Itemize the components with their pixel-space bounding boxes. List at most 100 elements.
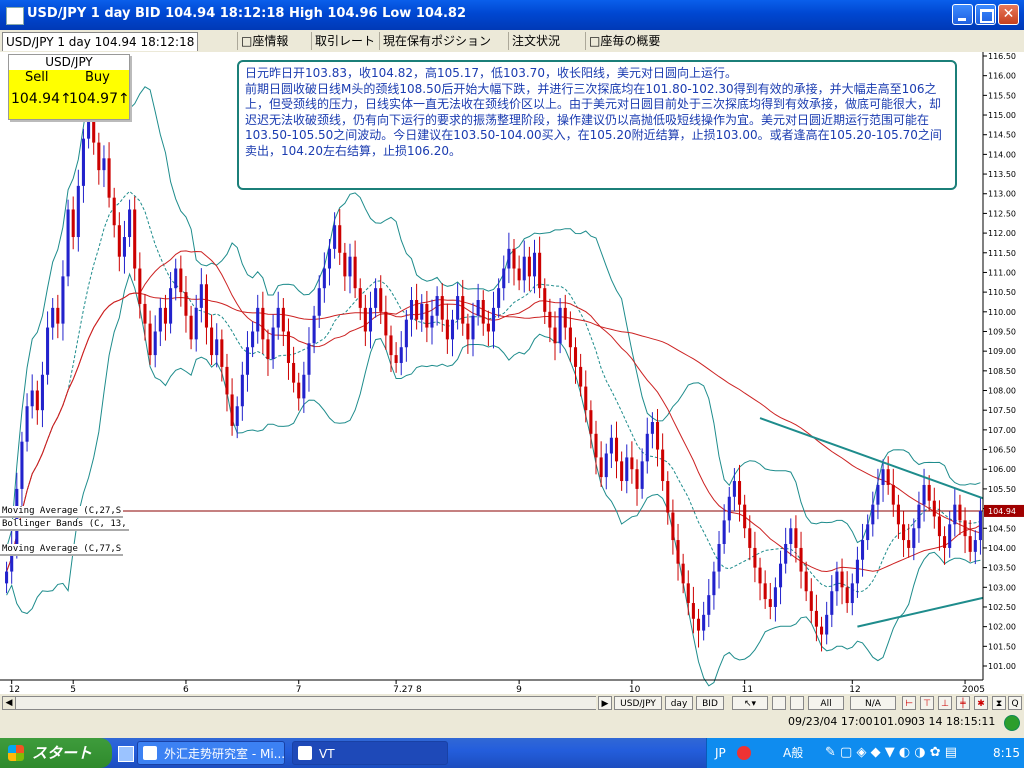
ime-icon[interactable] <box>737 746 751 760</box>
candle-body <box>932 500 936 517</box>
candle-body <box>399 347 403 363</box>
maximize-button[interactable] <box>975 4 996 25</box>
candle-body <box>379 288 383 312</box>
minimize-button[interactable] <box>952 4 973 25</box>
zoom-tool-icon[interactable]: ⧗ <box>992 696 1006 710</box>
start-button[interactable]: スタート <box>0 738 112 768</box>
scrollbar-track[interactable] <box>16 696 596 710</box>
draw-tool-2-icon[interactable]: ⊤ <box>920 696 934 710</box>
candle-body <box>302 374 306 399</box>
quick-launch-icon[interactable] <box>118 746 134 762</box>
price-axis-label: 110.00 <box>988 308 1016 317</box>
price-axis-label: 116.00 <box>988 72 1016 81</box>
tray-icons[interactable]: ✎ ▢ ◈ ◆ ▼ ◐ ◑ ✿ ▤ <box>825 738 957 768</box>
tab-account-summary[interactable]: □座毎の概要 <box>585 32 663 50</box>
app-icon[interactable] <box>6 7 24 25</box>
range-all-button[interactable]: All <box>808 696 844 710</box>
draw-tool-1-icon[interactable]: ⊢ <box>902 696 916 710</box>
price-axis-label: 102.50 <box>988 603 1016 612</box>
candle-body <box>322 268 326 289</box>
candle-body <box>225 366 229 395</box>
candle-body <box>497 288 501 308</box>
candle-body <box>71 209 75 238</box>
period-select[interactable]: day <box>665 696 693 710</box>
candle-body <box>871 504 875 525</box>
candle-body <box>179 268 183 293</box>
candle-body <box>773 587 777 607</box>
indicator-ma27[interactable]: Moving Average (C,27,S <box>0 506 124 518</box>
ime-mode[interactable]: A般 <box>783 738 803 768</box>
candle-body <box>471 315 475 340</box>
candle-body <box>727 496 731 521</box>
candle-body <box>204 284 209 328</box>
taskbar-item-research[interactable]: 外汇走势研究室 - Mi... <box>137 741 285 765</box>
candle-body <box>696 618 701 631</box>
price-axis-label: 107.00 <box>988 426 1016 435</box>
draw-tool-5-icon[interactable]: ✱ <box>974 696 988 710</box>
cursor-tool[interactable]: ↖▾ <box>732 696 768 710</box>
price-axis-label: 112.50 <box>988 209 1016 218</box>
candle-body <box>948 524 952 548</box>
candle-body <box>830 591 834 615</box>
candle-body <box>189 315 193 340</box>
candle-body <box>435 296 439 316</box>
tab-orders[interactable]: 注文状況 <box>508 32 563 50</box>
tab-positions[interactable]: 現在保有ポジション <box>379 32 494 50</box>
buy-price[interactable]: 104.97↑ <box>69 91 130 107</box>
language-indicator[interactable]: JP <box>715 738 726 768</box>
candle-body <box>568 327 572 348</box>
tab-chart[interactable]: USD/JPY 1 day 104.94 18:12:18 <box>2 32 199 51</box>
date-axis-label: 11 <box>742 685 753 694</box>
candle-body <box>271 327 275 360</box>
candle-body <box>194 307 198 340</box>
candle-body <box>394 355 398 363</box>
side-select[interactable]: BID <box>696 696 724 710</box>
candle-body <box>56 307 60 324</box>
magnify-icon[interactable]: Q <box>1008 696 1022 710</box>
scroll-left-button[interactable]: ◀ <box>2 696 16 710</box>
sell-price[interactable]: 104.94↑ <box>11 91 72 107</box>
candle-body <box>655 422 660 450</box>
candle-body <box>620 461 624 482</box>
date-axis-label: 6 <box>183 685 189 694</box>
scroll-right-button[interactable]: ▶ <box>598 696 612 710</box>
price-axis-label: 110.50 <box>988 288 1016 297</box>
tool-box-2[interactable] <box>790 696 804 710</box>
indicator-bollinger[interactable]: Bollinger Bands (C, 13, <box>0 519 129 531</box>
candle-body <box>281 307 285 332</box>
candle-body <box>404 319 408 348</box>
candle-body <box>343 252 347 277</box>
candle-body <box>61 276 65 324</box>
tool-box-1[interactable] <box>772 696 786 710</box>
candle-body <box>609 437 613 454</box>
candle-body <box>461 296 465 324</box>
na-button[interactable]: N/A <box>850 696 896 710</box>
draw-tool-3-icon[interactable]: ⊥ <box>938 696 952 710</box>
price-axis-label: 114.00 <box>988 150 1016 159</box>
price-axis-label: 108.50 <box>988 367 1016 376</box>
candle-body <box>855 559 859 584</box>
draw-tool-4-icon[interactable]: ╪ <box>956 696 970 710</box>
candle-body <box>486 323 490 332</box>
candle-body <box>958 504 962 521</box>
price-axis-label: 114.50 <box>988 131 1016 140</box>
candle-body <box>87 118 91 139</box>
status-datetime: 03 14 18:15:11 <box>911 715 996 728</box>
candle-body <box>174 268 178 289</box>
tab-account-info[interactable]: □座情報 <box>237 32 291 50</box>
candle-body <box>230 394 234 426</box>
candle-body <box>122 237 126 257</box>
candle-body <box>686 583 690 604</box>
candle-body <box>604 453 608 478</box>
taskbar-item-vt[interactable]: VT <box>292 741 448 765</box>
candle-body <box>240 374 244 407</box>
indicator-ma77[interactable]: Moving Average (C,77,S <box>0 544 124 556</box>
price-axis-label: 104.50 <box>988 524 1016 533</box>
symbol-select[interactable]: USD/JPY <box>614 696 662 710</box>
candle-body <box>927 484 931 501</box>
close-button[interactable]: ✕ <box>998 4 1019 25</box>
candle-body <box>691 603 695 619</box>
candle-body <box>799 547 803 572</box>
buy-label: Buy <box>85 70 110 85</box>
tab-rates[interactable]: 取引レート <box>311 32 378 50</box>
